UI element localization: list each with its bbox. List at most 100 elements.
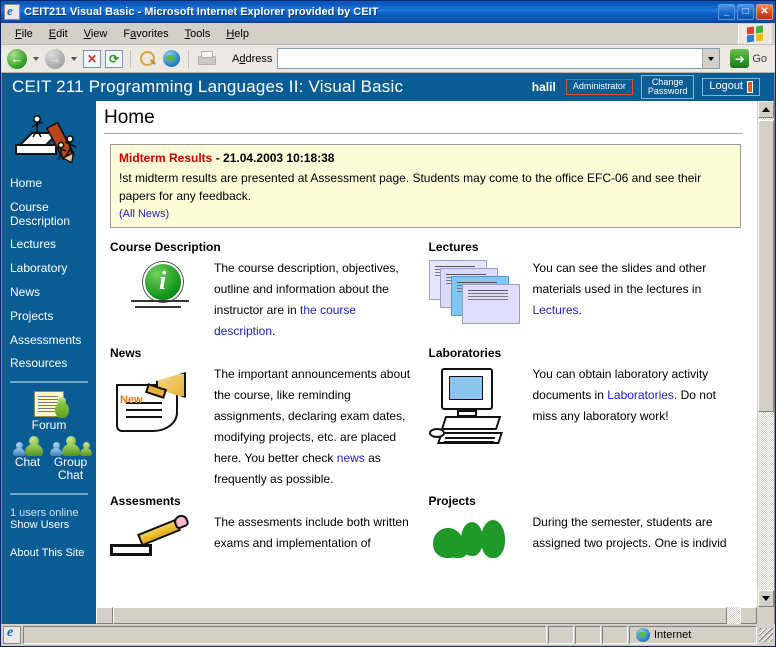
sidebar-item-resources[interactable]: Resources [10,357,96,371]
section-link[interactable]: Lectures [533,303,579,317]
page-body: Home Course Description Lectures Laborat… [2,101,774,607]
sidebar-chat-link[interactable]: Chat [6,436,49,482]
maximize-button[interactable]: □ [737,4,754,20]
site-logo [2,107,96,175]
all-news-link[interactable]: (All News) [119,208,169,220]
sidebar-item-laboratory[interactable]: Laboratory [10,261,96,276]
go-label: Go [752,52,767,65]
sidebar-item-assessments[interactable]: Assessments [10,333,96,348]
menu-item-favorites[interactable]: Favorites [115,26,176,42]
logout-label: Logout [709,80,743,93]
ie-document-icon [4,3,20,20]
vertical-scroll-thumb[interactable] [758,120,774,412]
status-zone-label: Internet [654,629,692,641]
sidebar-group-chat-link[interactable]: Group Chat [49,436,92,482]
section-course-description: Course Description i The course descript… [110,240,429,342]
forward-button[interactable]: → [43,47,67,71]
stop-icon[interactable]: ✕ [83,49,101,68]
section-lectures: Lectures You can see the slides and othe… [428,240,748,342]
close-button[interactable]: ✕ [756,4,773,20]
news-timestamp: 21.04.2003 10:18:38 [223,151,335,165]
go-arrow-icon: ➜ [730,49,750,68]
users-online-count: 1 users online [10,506,79,519]
sidebar-item-projects[interactable]: Projects [10,309,96,324]
section-laboratories: Laboratories You can obtain laboratory a… [428,346,748,490]
scroll-right-button[interactable] [740,607,757,624]
section-assesments: Assesments The assesments include both w… [110,494,429,570]
role-button-administrator[interactable]: Administrator [565,79,633,95]
logout-button[interactable]: Logout [702,78,760,96]
menu-item-view[interactable]: View [76,26,116,42]
search-icon[interactable] [139,50,157,68]
title-bar: CEIT211 Visual Basic - Microsoft Interne… [1,1,775,23]
scrollbar-left-filler [2,607,96,624]
back-button[interactable]: ← [5,47,29,71]
forward-dropdown-icon[interactable] [71,56,77,61]
sidebar-item-news[interactable]: News [10,285,96,300]
refresh-icon[interactable]: ⟳ [105,49,123,68]
forum-label: Forum [31,418,67,433]
section-text: During the semester, students are assign… [533,512,738,554]
status-panel-1 [548,626,574,644]
address-input[interactable] [278,49,703,68]
vertical-scrollbar[interactable] [757,101,774,607]
section-link[interactable]: Laboratories [607,388,674,402]
scroll-down-button[interactable] [758,590,774,607]
section-text: The course description, objectives, outl… [214,258,419,342]
section-text-before: You can see the slides and other materia… [532,261,707,296]
horizontal-scroll-thumb[interactable] [113,607,727,624]
favorites-globe-icon[interactable] [163,50,180,67]
sidebar-item-home[interactable]: Home [10,176,96,191]
menu-item-edit[interactable]: Edit [41,26,76,42]
scroll-up-button[interactable] [758,101,774,118]
section-link[interactable]: news [337,451,365,465]
vertical-scroll-track[interactable] [758,118,774,590]
section-text: The assesments include both written exam… [214,512,419,554]
sidebar-about: About This Site [2,531,96,561]
sidebar-forum-link[interactable]: Forum [2,391,96,432]
content-pane: Home Midterm Results - 21.04.2003 10:18:… [96,101,774,607]
window-controls: _ □ ✕ [718,4,773,20]
logout-door-icon [747,81,753,93]
section-text: You can obtain laboratory activity docum… [533,364,738,427]
status-bar: Internet [1,624,775,646]
section-heading: News [110,346,142,360]
change-password-button[interactable]: Change Password [640,74,695,100]
section-heading: Course Description [110,240,221,254]
horizontal-scrollbar[interactable] [2,607,774,624]
chat-people-icon [6,436,49,457]
section-text-before: During the semester, students are assign… [532,515,727,550]
resize-grip[interactable] [759,628,773,642]
sidebar-chat-links: Chat Group Chat [2,432,96,482]
horizontal-scroll-track[interactable] [113,607,740,624]
print-icon[interactable] [197,51,216,66]
address-bar[interactable] [277,48,721,69]
sidebar-item-course-description[interactable]: Course Description [10,200,80,229]
show-users-link[interactable]: Show Users [10,519,96,531]
scroll-left-button[interactable] [96,607,113,624]
window-title: CEIT211 Visual Basic - Microsoft Interne… [24,6,379,18]
news-separator: - [212,151,224,165]
sidebar-user-info: 1 users online Show Users [2,503,96,531]
back-dropdown-icon[interactable] [33,56,39,61]
section-text-before: The assesments include both written exam… [214,515,409,550]
section-news: News New The important announcements abo… [110,346,429,490]
menu-item-tools[interactable]: Tools [177,26,219,42]
menu-item-help[interactable]: Help [218,26,257,42]
minimize-button[interactable]: _ [718,4,735,20]
section-heading: Assesments [110,494,181,508]
menu-item-file[interactable]: File [7,26,41,42]
address-dropdown-button[interactable] [702,49,720,68]
page-title: Home [104,107,155,128]
news-title: Midterm Results [119,151,213,165]
sidebar-item-lectures[interactable]: Lectures [10,238,96,252]
go-button[interactable]: ➜ Go [726,48,771,70]
page-title-divider [104,133,743,134]
info-icon: i [110,258,214,312]
about-this-site-link[interactable]: About This Site [10,547,84,559]
all-news-row: (All News) [119,208,732,220]
slides-icon [428,258,533,324]
section-text-after: . [578,303,582,317]
news-horn-icon: New [110,364,214,440]
status-panel-2 [575,626,601,644]
